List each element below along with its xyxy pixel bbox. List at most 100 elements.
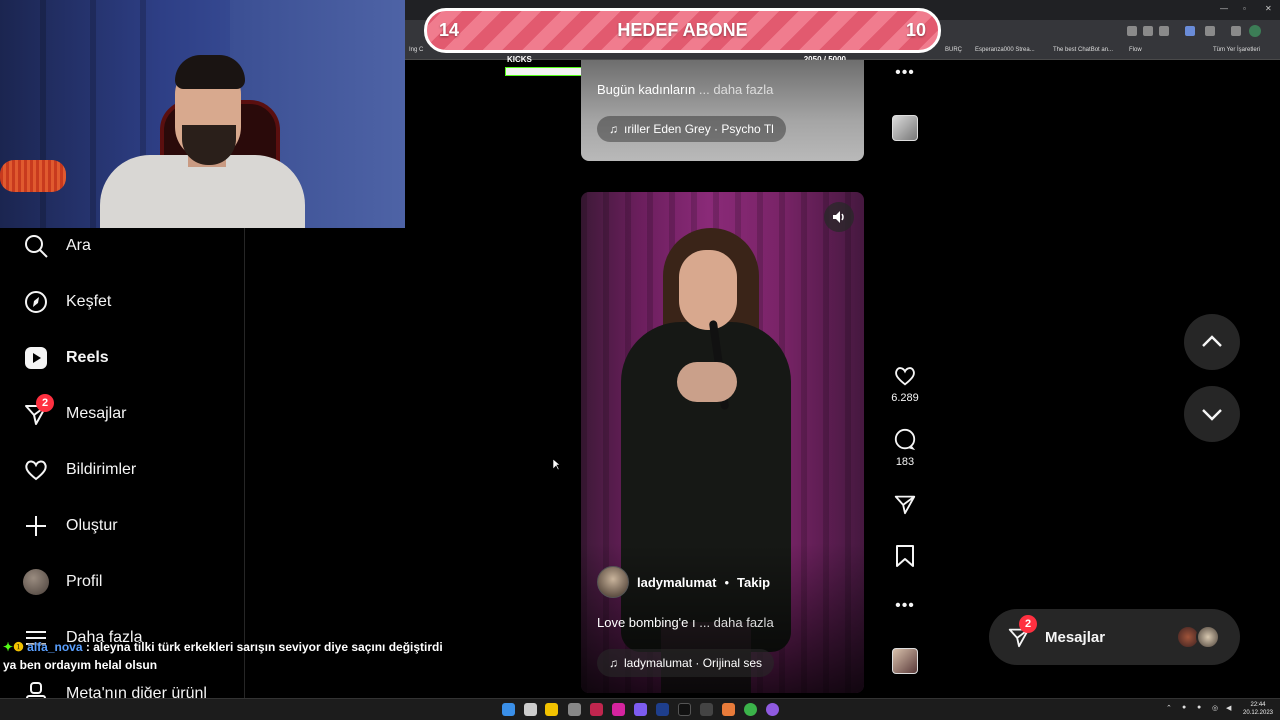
sidebar-item-label: Profil — [66, 573, 103, 590]
tray-icon[interactable]: ● — [1197, 704, 1201, 711]
more-options-button[interactable]: ••• — [888, 64, 922, 82]
volume-icon[interactable]: ◀ — [1226, 704, 1231, 712]
streamer-hair — [175, 55, 245, 89]
instagram-sidebar: Ara Keşfet Reels 2 Mesajlar Bildirimler … — [0, 228, 245, 705]
photoshop-icon[interactable] — [656, 703, 669, 716]
kicks-label: KICKS — [507, 55, 532, 64]
like-button[interactable]: 6.289 — [888, 364, 922, 404]
save-button[interactable] — [888, 544, 922, 568]
search-icon[interactable] — [1127, 26, 1137, 36]
taskbar-clock[interactable]: 22:44 20.12.2023 — [1240, 701, 1276, 717]
sidebar-item-search[interactable]: Ara — [22, 231, 91, 261]
sidebar-item-label: Reels — [66, 349, 109, 366]
reels-icon — [22, 344, 50, 372]
settings-icon[interactable] — [568, 703, 581, 716]
share-button[interactable] — [888, 492, 922, 516]
compass-icon — [22, 288, 50, 316]
reel-music-pill[interactable]: ♫ ladymalumat · Orijinal ses — [597, 649, 775, 677]
audio-thumbnail[interactable] — [892, 648, 918, 674]
cast-icon[interactable] — [1143, 26, 1153, 36]
chevron-up-icon — [1202, 335, 1222, 347]
follow-button[interactable]: Takip — [737, 575, 770, 590]
clock-time: 22:44 — [1250, 702, 1266, 708]
sidebar-item-messages[interactable]: 2 Mesajlar — [22, 394, 126, 429]
app-icon[interactable] — [700, 703, 713, 716]
extension-icon[interactable] — [1205, 26, 1215, 36]
bookmark-item[interactable]: BURÇ — [945, 47, 962, 53]
tray-icon[interactable]: ● — [1182, 704, 1186, 711]
chat-username: alfa_nova — [27, 640, 83, 654]
sidebar-item-profile[interactable]: Profil — [22, 567, 102, 597]
recent-contacts-avatars — [1176, 625, 1222, 649]
messages-button[interactable]: 2 Mesajlar — [989, 609, 1240, 665]
chrome-icon[interactable] — [744, 703, 757, 716]
music-note-icon: ♫ — [609, 656, 618, 670]
close-icon[interactable]: ✕ — [1265, 4, 1272, 13]
file-explorer-icon[interactable] — [545, 703, 558, 716]
windows-taskbar: ⌃ ● ● ◎ ◀ 22:44 20.12.2023 — [0, 698, 1280, 720]
author-username[interactable]: ladymalumat — [637, 575, 716, 590]
sound-toggle-button[interactable] — [824, 202, 854, 232]
mouse-cursor-icon — [553, 459, 561, 471]
comment-icon — [894, 428, 916, 451]
bookmark-item[interactable]: Tüm Yer İşaretleri — [1213, 47, 1260, 53]
sidebar-item-label: Bildirimler — [66, 461, 137, 478]
bookmark-item[interactable]: The best ChatBot an... — [1053, 47, 1113, 53]
more-icon: ••• — [895, 64, 915, 81]
maximize-icon[interactable]: ▫ — [1243, 4, 1246, 13]
sidebar-item-explore[interactable]: Keşfet — [22, 287, 111, 317]
tray-chevron-icon[interactable]: ⌃ — [1166, 704, 1172, 712]
tiktok-icon[interactable] — [678, 703, 691, 716]
task-view-icon[interactable] — [524, 703, 537, 716]
reel-author: ladymalumat • Takip — [597, 566, 770, 598]
minimize-icon[interactable]: — — [1220, 4, 1228, 13]
clock-date: 20.12.2023 — [1242, 710, 1274, 716]
sidebar-item-reels[interactable]: Reels — [22, 343, 109, 373]
bookmark-item[interactable]: Flow — [1129, 47, 1142, 53]
network-icon[interactable]: ◎ — [1212, 704, 1218, 712]
comment-count: 183 — [895, 456, 915, 468]
messenger-icon: 2 — [1007, 615, 1037, 649]
discord-icon[interactable] — [634, 703, 647, 716]
performer-face — [679, 250, 737, 330]
audio-thumbnail[interactable] — [892, 115, 918, 141]
webcam-overlay — [0, 0, 405, 228]
sidebar-item-label: Keşfet — [66, 293, 112, 310]
microphone-image — [0, 160, 66, 192]
previous-reel[interactable]: Bugün kadınların ... daha fazla ♫ ırille… — [581, 60, 864, 161]
previous-reel-button[interactable] — [1184, 314, 1240, 370]
reel-music-pill[interactable]: ♫ ıriller Eden Grey · Psycho Tl — [597, 116, 786, 142]
chat-badge-icon: ❶ — [13, 640, 24, 654]
windows-start-icon[interactable] — [502, 703, 515, 716]
notification-badge: 2 — [1019, 615, 1037, 633]
bookmark-item[interactable]: Esperanza000 Strea... — [975, 47, 1035, 53]
curtain-fold — [40, 0, 46, 228]
goal-left-count: 14 — [439, 20, 460, 40]
sidebar-item-label: Ara — [66, 237, 91, 254]
sidebar-item-notifications[interactable]: Bildirimler — [22, 455, 136, 485]
current-reel[interactable]: ladymalumat • Takip Love bombing'e ı ...… — [581, 192, 864, 693]
messenger-icon: 2 — [22, 394, 54, 428]
extension-icon[interactable] — [1185, 26, 1195, 36]
bookmark-icon — [896, 545, 914, 567]
app-icon[interactable] — [590, 703, 603, 716]
sidebar-item-create[interactable]: Oluştur — [22, 511, 118, 541]
profile-icon[interactable] — [1249, 25, 1261, 37]
extension-icon[interactable] — [1231, 26, 1241, 36]
next-reel-button[interactable] — [1184, 386, 1240, 442]
caption-text: Love bombing'e ı — [597, 615, 696, 630]
bookmark-item[interactable]: Ing C — [409, 47, 423, 53]
caption-more-link[interactable]: ... daha fazla — [699, 82, 773, 97]
sidebar-item-label: Oluştur — [66, 517, 118, 534]
more-options-button[interactable]: ••• — [888, 597, 922, 615]
app-icon[interactable] — [722, 703, 735, 716]
comment-button[interactable]: 183 — [888, 428, 922, 468]
search-icon — [22, 232, 50, 260]
app-icon[interactable] — [766, 703, 779, 716]
author-avatar[interactable] — [597, 566, 629, 598]
instagram-icon[interactable] — [612, 703, 625, 716]
star-icon[interactable] — [1159, 26, 1169, 36]
caption-more-link[interactable]: ... daha fazla — [699, 615, 773, 630]
avatar — [1196, 625, 1220, 649]
performer-hands — [677, 362, 737, 402]
